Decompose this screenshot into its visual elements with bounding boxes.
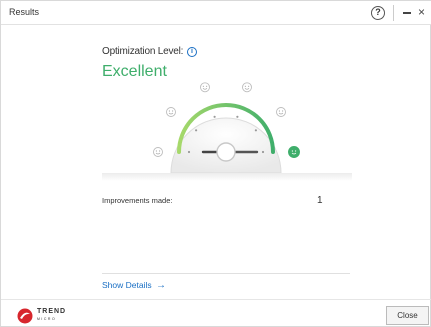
smiley-icon-active	[288, 146, 300, 158]
smiley-icon	[153, 147, 163, 157]
gauge-tick	[195, 129, 198, 132]
gauge-base-shadow	[102, 173, 352, 181]
optimization-level-value: Excellent	[102, 63, 167, 80]
smiley-icon	[200, 82, 210, 93]
minimize-icon[interactable]	[403, 12, 411, 14]
improvements-value: 1	[317, 195, 323, 206]
arrow-right-icon: →	[155, 280, 166, 291]
optimization-level-text: Optimization Level:	[102, 46, 184, 57]
show-details-label: Show Details	[102, 280, 152, 290]
logo-wordmark: TREND MICRO	[37, 308, 67, 322]
logo-text: TREND	[37, 308, 67, 315]
gauge-tick	[213, 115, 216, 118]
window-title: Results	[9, 7, 40, 17]
results-window: Results ? × Optimization Level: i Excell…	[0, 0, 431, 327]
close-button[interactable]: Close	[386, 306, 429, 325]
smiley-icon	[242, 82, 252, 93]
gauge-tick	[261, 150, 265, 154]
optimization-level-label: Optimization Level: i	[102, 46, 197, 57]
footer-divider	[1, 299, 431, 300]
smiley-icon	[166, 107, 176, 117]
details-divider	[102, 273, 350, 274]
trend-micro-logo	[17, 308, 33, 324]
gauge-tick	[187, 150, 191, 154]
optimization-gauge	[153, 82, 300, 174]
logo-subtext: MICRO	[37, 317, 57, 321]
gauge-tick	[254, 129, 257, 132]
titlebar-divider	[393, 5, 394, 21]
show-details-link[interactable]: Show Details →	[102, 280, 166, 291]
smiley-icon	[276, 107, 286, 117]
gauge-hub	[216, 142, 236, 162]
improvements-label: Improvements made:	[102, 196, 173, 205]
gauge-tick	[236, 115, 239, 118]
title-bar: Results ? ×	[1, 1, 431, 25]
help-icon[interactable]: ?	[371, 6, 385, 20]
close-icon[interactable]: ×	[418, 5, 425, 19]
info-icon[interactable]: i	[186, 47, 197, 57]
